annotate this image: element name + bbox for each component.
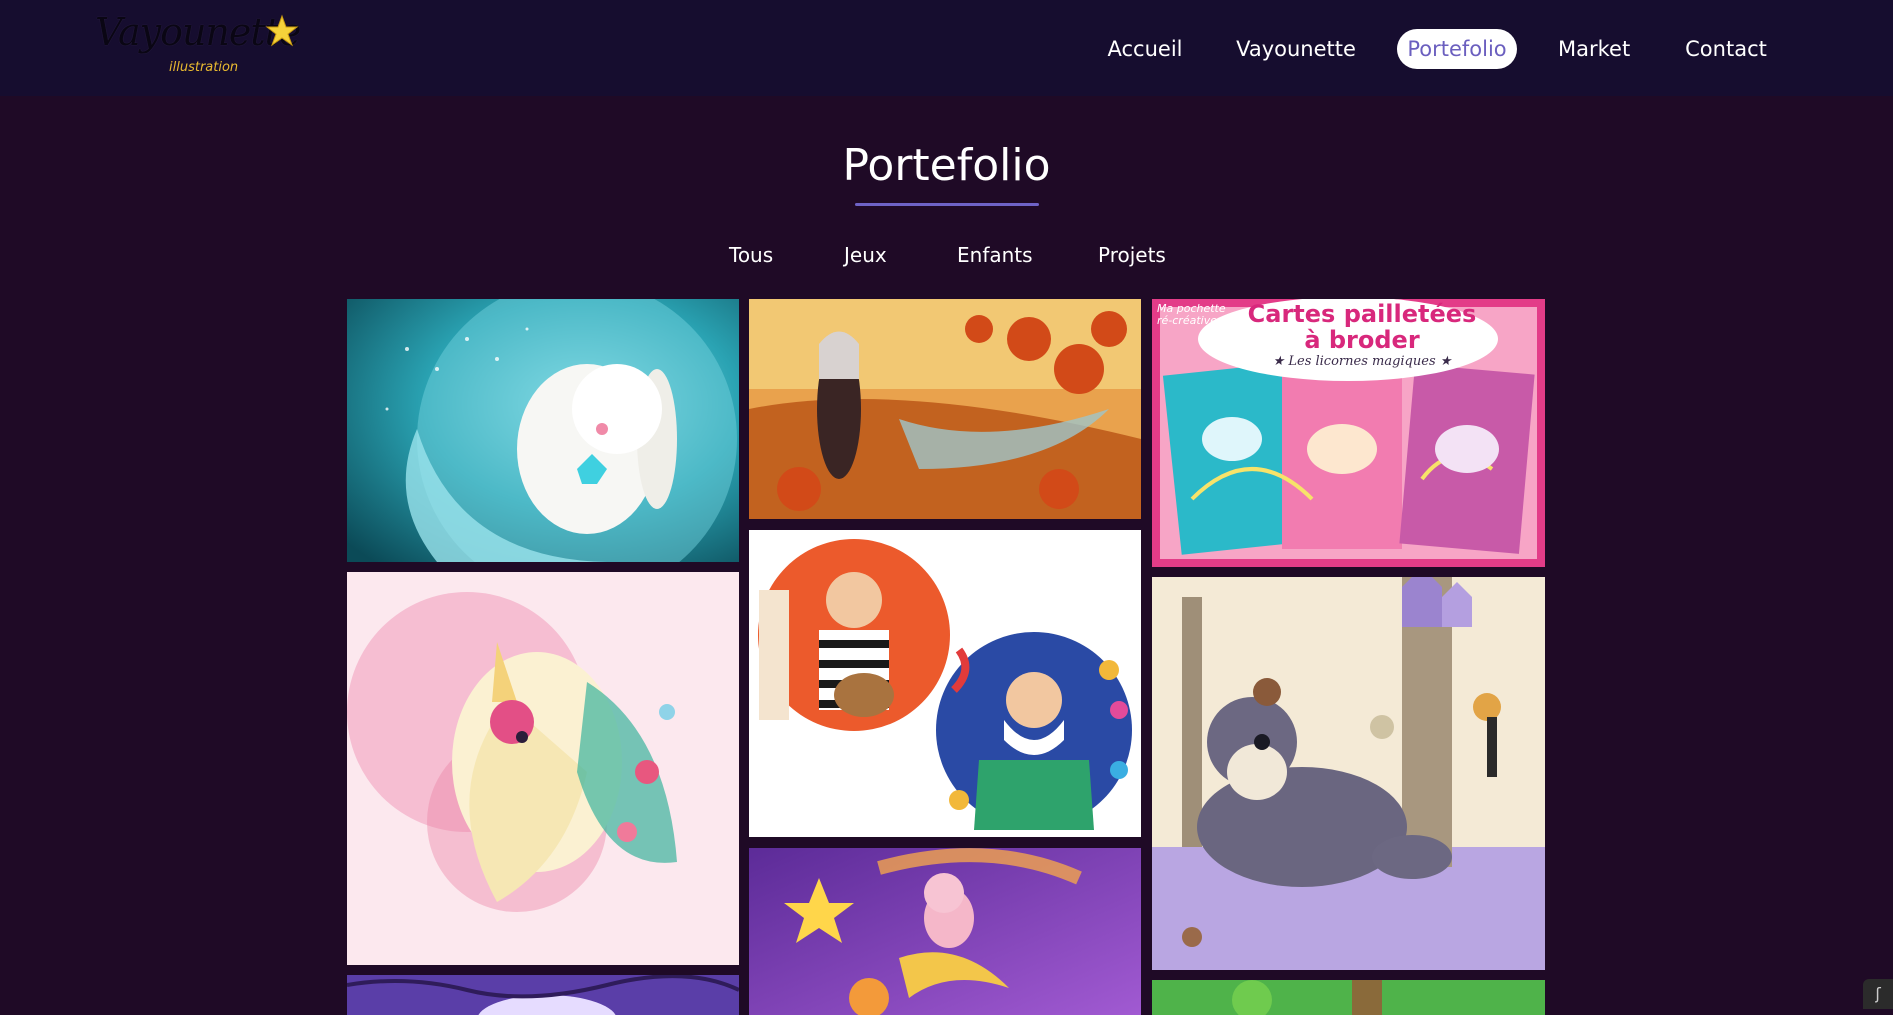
gallery-item-star-bunny[interactable] bbox=[749, 848, 1141, 1015]
bunny-moon-illustration bbox=[347, 299, 739, 562]
symfony-toolbar-icon[interactable]: ʃ bbox=[1863, 979, 1893, 1009]
painters-illustration bbox=[749, 530, 1141, 837]
wolf-forest-illustration bbox=[1152, 577, 1545, 970]
filter-tous[interactable]: Tous bbox=[729, 243, 773, 267]
nav-item-vayounette[interactable]: Vayounette bbox=[1236, 29, 1356, 69]
star-bunny-illustration bbox=[749, 848, 1141, 1015]
gallery-item-bunny-moon[interactable] bbox=[347, 299, 739, 562]
filter-projets[interactable]: Projets bbox=[1098, 243, 1166, 267]
moon-night-illustration bbox=[347, 975, 739, 1015]
nav-item-market[interactable]: Market bbox=[1558, 29, 1630, 69]
cards-subtitle: ★ Les licornes magiques ★ bbox=[1272, 354, 1452, 369]
gallery-item-wolf-forest[interactable] bbox=[1152, 577, 1545, 970]
nav-item-portefolio[interactable]: Portefolio bbox=[1397, 29, 1517, 69]
title-underline bbox=[855, 203, 1039, 206]
filter-jeux[interactable]: Jeux bbox=[844, 243, 887, 267]
main-nav: Accueil Vayounette Portefolio Market Con… bbox=[0, 29, 1893, 69]
gallery-item-moon-night[interactable] bbox=[347, 975, 739, 1015]
site-header: Vayounette illustration Accueil Vayounet… bbox=[0, 0, 1893, 96]
gallery-item-green-forest[interactable] bbox=[1152, 980, 1545, 1015]
cards-title-2: à broder bbox=[1304, 326, 1420, 354]
unicorn-illustration bbox=[347, 572, 739, 965]
gallery-item-unicorn[interactable] bbox=[347, 572, 739, 965]
page-title: Portefolio bbox=[842, 140, 1051, 191]
green-forest-illustration bbox=[1152, 980, 1545, 1015]
portfolio-filters: Tous Jeux Enfants Projets bbox=[0, 243, 1893, 273]
gallery-item-painters[interactable] bbox=[749, 530, 1141, 837]
gallery-item-autumn-girl[interactable] bbox=[749, 299, 1141, 519]
nav-item-contact[interactable]: Contact bbox=[1684, 29, 1768, 69]
autumn-girl-illustration bbox=[749, 299, 1141, 519]
gallery-item-cartes-pailletees[interactable]: Ma pochette ré-créative Cartes pailletée… bbox=[1152, 299, 1545, 567]
cards-title: Cartes pailletées bbox=[1247, 300, 1477, 328]
filter-enfants[interactable]: Enfants bbox=[957, 243, 1033, 267]
nav-item-accueil[interactable]: Accueil bbox=[1106, 29, 1184, 69]
